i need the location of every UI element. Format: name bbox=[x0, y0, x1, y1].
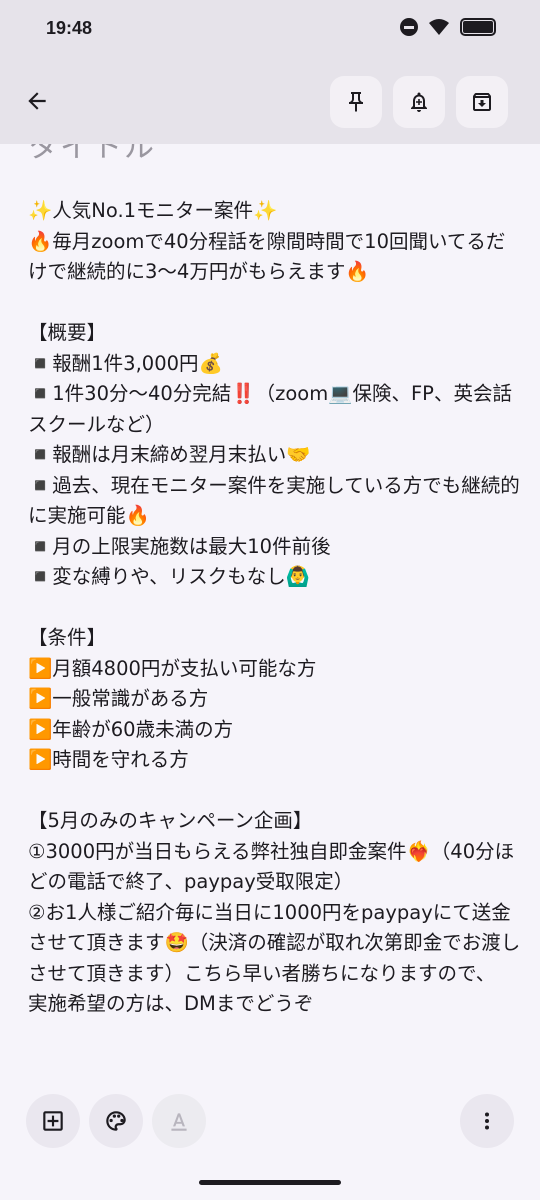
reminder-button[interactable] bbox=[393, 76, 445, 128]
add-content-button[interactable] bbox=[26, 1094, 80, 1148]
note-title-field[interactable]: タイトル bbox=[28, 144, 156, 166]
more-options-button[interactable] bbox=[460, 1094, 514, 1148]
archive-icon bbox=[473, 93, 491, 111]
battery-icon bbox=[460, 18, 496, 36]
pin-button[interactable] bbox=[330, 76, 382, 128]
note-body-field[interactable]: ✨人気No.1モニター案件✨ 🔥毎月zoomで40分程話を隙間時間で10回聞いて… bbox=[28, 196, 524, 1020]
status-icons bbox=[400, 18, 496, 36]
home-indicator[interactable] bbox=[199, 1180, 341, 1185]
note-toolbar bbox=[0, 62, 540, 144]
more-vert-icon bbox=[485, 1112, 489, 1130]
do-not-disturb-icon bbox=[400, 18, 418, 36]
bell-plus-icon bbox=[411, 92, 427, 112]
clock: 19:48 bbox=[46, 18, 93, 38]
wifi-icon bbox=[429, 19, 449, 35]
text-format-button[interactable] bbox=[152, 1094, 206, 1148]
palette-icon bbox=[106, 1111, 126, 1131]
text-format-icon bbox=[171, 1113, 187, 1131]
back-button[interactable] bbox=[14, 78, 60, 124]
bottom-toolbar bbox=[0, 1090, 540, 1154]
color-palette-button[interactable] bbox=[89, 1094, 143, 1148]
status-bar: 19:48 bbox=[0, 0, 540, 62]
arrow-back-icon bbox=[28, 92, 46, 110]
add-box-icon bbox=[43, 1111, 63, 1131]
note-content: タイトル ✨人気No.1モニター案件✨ 🔥毎月zoomで40分程話を隙間時間で1… bbox=[28, 144, 524, 1084]
pin-icon bbox=[349, 92, 363, 112]
archive-button[interactable] bbox=[456, 76, 508, 128]
